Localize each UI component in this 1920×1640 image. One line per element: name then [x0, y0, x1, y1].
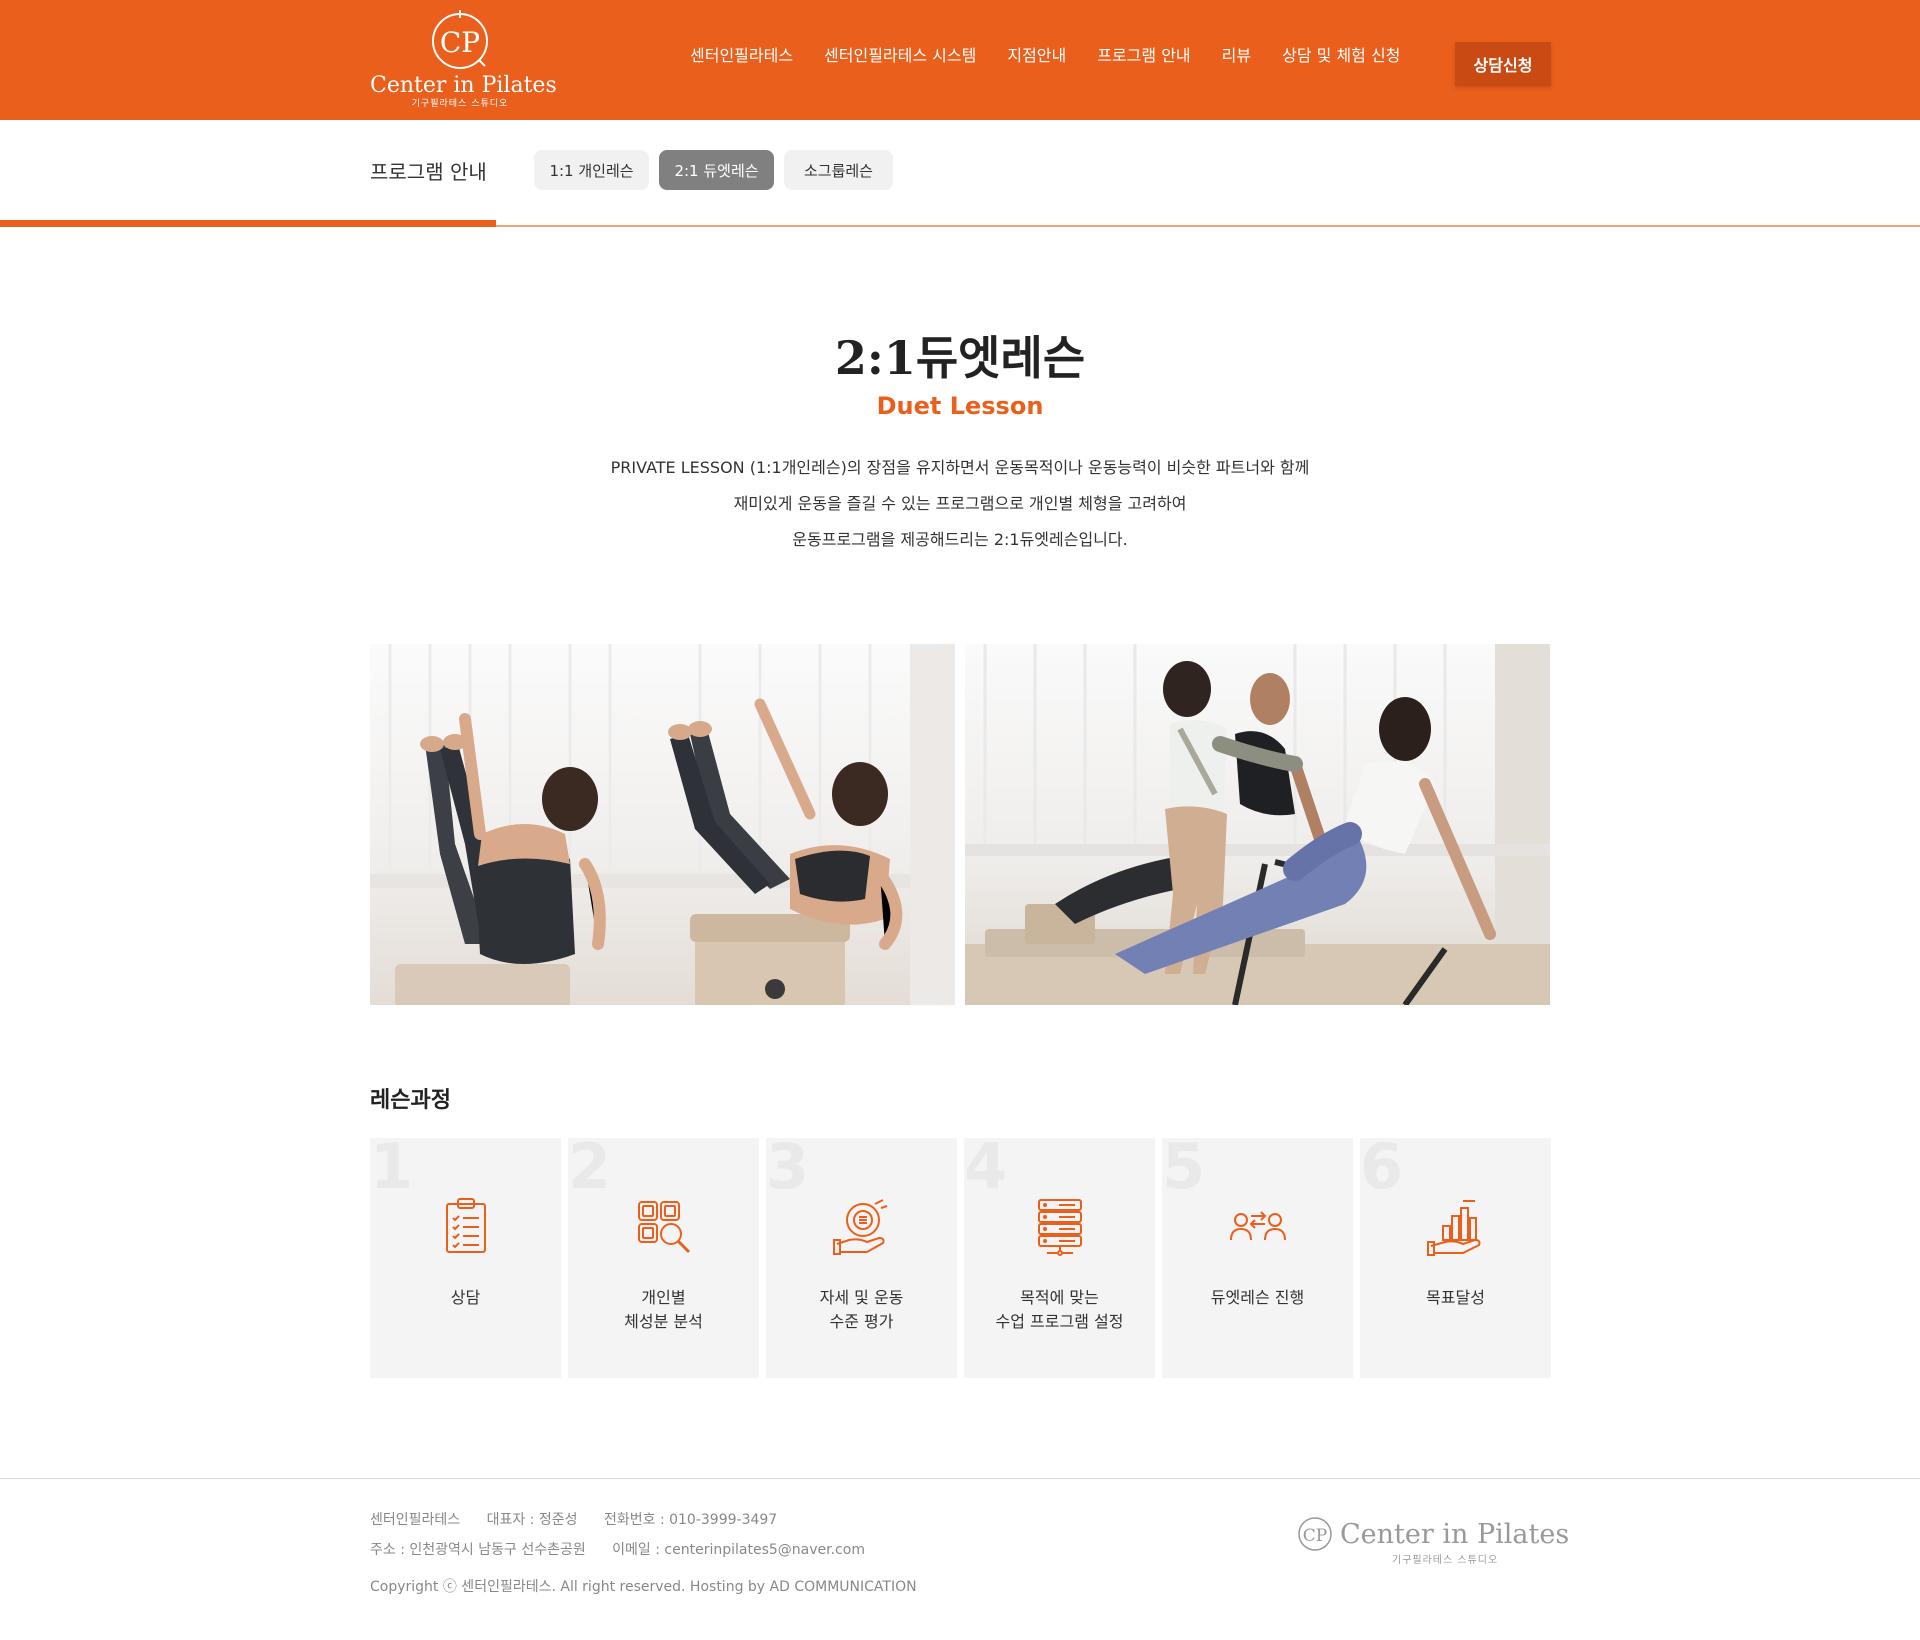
site-footer: 센터인필라테스 대표자 : 정준성 전화번호 : 010-3999-3497 주… [0, 1478, 1920, 1640]
site-header: CP Center in Pilates 기구필라테스 스튜디오 센터인필라테스… [0, 0, 1920, 120]
step-number: 4 [964, 1130, 1008, 1203]
footer-copyright: Copyright ⓒ 센터인필라테스. All right reserved.… [370, 1579, 917, 1595]
footer-company: 센터인필라테스 [370, 1512, 461, 1528]
footer-logo-subtitle: 기구필라테스 스튜디오 [1392, 1555, 1499, 1566]
growth-chart-icon [1427, 1200, 1481, 1256]
footer-logo[interactable]: CP Center in Pilates 기구필라테스 스튜디오 [1296, 1515, 1569, 1566]
tab-duet-lesson[interactable]: 2:1 듀엣레슨 [659, 150, 774, 190]
step-label: 목적에 맞는 수업 프로그램 설정 [995, 1288, 1124, 1331]
step-label: 개인별 체성분 분석 [624, 1288, 703, 1331]
subnav-active-indicator [0, 220, 496, 227]
evaluation-icon [833, 1199, 888, 1255]
footer-info-line: 센터인필라테스 대표자 : 정준성 전화번호 : 010-3999-3497 [370, 1509, 799, 1529]
nav-item-programs[interactable]: 프로그램 안내 [1097, 46, 1190, 74]
nav-item-consult-trial[interactable]: 상담 및 체험 신청 [1282, 46, 1400, 74]
nav-item-about[interactable]: 센터인필라테스 [690, 46, 793, 74]
intro-line: PRIVATE LESSON (1:1개인레슨)의 장점을 유지하면서 운동목적… [610, 458, 1310, 477]
process-title: 레슨과정 [370, 1088, 451, 1113]
nav-item-system[interactable]: 센터인필라테스 시스템 [824, 46, 976, 74]
svg-text:CP: CP [440, 26, 480, 59]
step-number: 1 [370, 1130, 414, 1203]
intro-description: PRIVATE LESSON (1:1개인레슨)의 장점을 유지하면서 운동목적… [0, 450, 1920, 558]
analysis-icon [638, 1201, 691, 1254]
process-step-card: 3 자세 및 운동 수준 평가 [766, 1132, 957, 1378]
footer-info-line: 주소 : 인천광역시 남동구 선수촌공원 이메일 : centerinpilat… [370, 1539, 887, 1559]
page-subtitle: Duet Lesson [876, 392, 1044, 420]
nav-item-branches[interactable]: 지점안내 [1007, 46, 1066, 74]
step-number: 5 [1162, 1130, 1206, 1203]
people-exchange-icon [1230, 1211, 1286, 1241]
main-nav: 센터인필라테스 센터인필라테스 시스템 지점안내 프로그램 안내 리뷰 상담 및… [690, 0, 1400, 120]
footer-ceo: 대표자 : 정준성 [486, 1512, 578, 1528]
logo-name: Center in Pilates [370, 73, 557, 98]
process-step-card: 6 목표달성 [1360, 1132, 1551, 1378]
tab-private-lesson[interactable]: 1:1 개인레슨 [534, 150, 649, 190]
process-step-card: 4 목적에 맞는 수업 프로그램 설정 [964, 1132, 1155, 1378]
nav-item-reviews[interactable]: 리뷰 [1222, 46, 1251, 74]
step-label: 자세 및 운동 수준 평가 [819, 1288, 904, 1331]
process-step-card: 1 상담 [370, 1132, 561, 1378]
step-label: 목표달성 [1426, 1288, 1485, 1307]
tab-small-group-lesson[interactable]: 소그룹레슨 [784, 150, 893, 190]
footer-address: 주소 : 인천광역시 남동구 선수촌공원 [370, 1542, 586, 1558]
step-number: 3 [766, 1130, 810, 1203]
intro-line: 재미있게 운동을 즐길 수 있는 프로그램으로 개인별 체형을 고려하여 [733, 494, 1187, 513]
step-label: 듀엣레슨 진행 [1210, 1288, 1305, 1307]
logo-subtitle: 기구필라테스 스튜디오 [411, 99, 509, 109]
duet-photo-reformer [965, 644, 1550, 1005]
step-label: 상담 [450, 1288, 481, 1307]
step-number: 2 [568, 1130, 612, 1203]
sub-navigation: 프로그램 안내 1:1 개인레슨 2:1 듀엣레슨 소그룹레슨 [0, 120, 1920, 227]
subnav-title: 프로그램 안내 [370, 160, 487, 184]
server-icon [1038, 1199, 1082, 1256]
step-number: 6 [1360, 1130, 1404, 1203]
site-logo[interactable]: CP Center in Pilates 기구필라테스 스튜디오 [370, 10, 557, 110]
footer-email: 이메일 : centerinpilates5@naver.com [612, 1542, 865, 1558]
logo-monogram-icon: CP [432, 10, 488, 69]
intro-line: 운동프로그램을 제공해드리는 2:1듀엣레슨입니다. [792, 530, 1128, 549]
process-step-card: 2 개인별 체성분 분석 [568, 1132, 759, 1378]
clipboard-icon [446, 1198, 486, 1253]
consultation-button[interactable]: 상담신청 [1455, 42, 1551, 86]
footer-phone: 전화번호 : 010-3999-3497 [603, 1512, 778, 1528]
duet-photo-chair [370, 644, 955, 1005]
footer-logo-monogram-icon: CP [1298, 1517, 1332, 1551]
page-title: 2:1듀엣레슨 [834, 331, 1086, 385]
process-step-card: 5 듀엣레슨 진행 [1162, 1132, 1353, 1378]
footer-logo-name: Center in Pilates [1340, 1519, 1570, 1550]
svg-text:CP: CP [1303, 1526, 1327, 1546]
